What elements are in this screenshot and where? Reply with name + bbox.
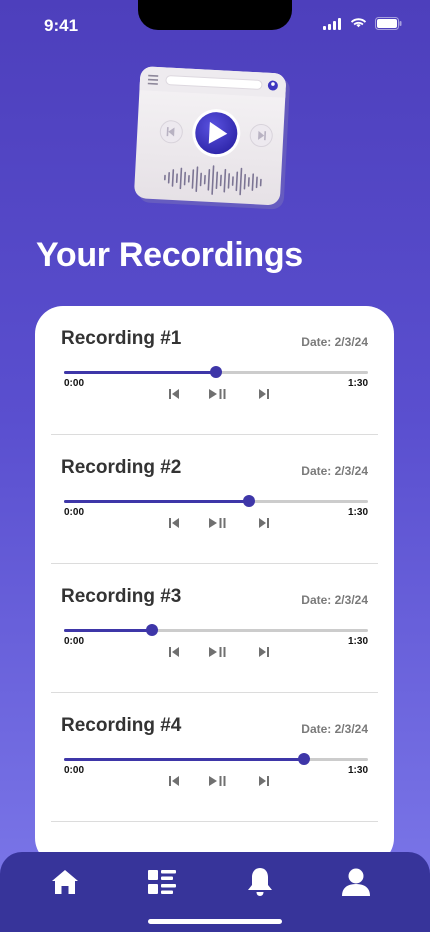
home-indicator (148, 919, 282, 924)
playback-controls (163, 517, 273, 531)
current-time: 0:00 (64, 378, 85, 389)
recording-title: Recording #2 (61, 457, 182, 478)
progress-slider[interactable] (64, 624, 368, 636)
progress-handle[interactable] (210, 366, 222, 378)
skip-forward-icon[interactable] (259, 646, 269, 658)
recording-date: Date: 2/3/24 (301, 464, 368, 478)
progress-handle[interactable] (243, 495, 256, 507)
recording-item[interactable]: Recording #3 Date: 2/3/24 0:00 1:30 (51, 564, 378, 693)
progress-slider[interactable] (64, 366, 368, 378)
wifi-icon (350, 17, 367, 27)
page-title: Your Recordings (36, 236, 303, 274)
progress-fill (64, 629, 153, 632)
recording-item[interactable]: Recording #2 Date: 2/3/24 0:00 1:30 (51, 435, 378, 564)
progress-handle[interactable] (298, 753, 311, 765)
recording-title: Recording #1 (61, 328, 182, 349)
current-time: 0:00 (64, 765, 85, 776)
duration: 1:30 (347, 378, 368, 389)
play-pause-icon[interactable] (209, 775, 227, 787)
current-time: 0:00 (64, 507, 85, 518)
progress-fill (64, 371, 216, 374)
cellular-signal-icon (323, 17, 341, 30)
progress-slider[interactable] (64, 753, 368, 765)
recording-item[interactable]: Recording #1 Date: 2/3/24 0:00 1:30 (51, 306, 378, 435)
progress-slider[interactable] (64, 495, 368, 507)
camera-notch (138, 0, 292, 30)
bell-icon[interactable] (244, 866, 276, 898)
duration: 1:30 (347, 636, 368, 647)
media-player-art (134, 66, 290, 210)
status-icons (323, 17, 402, 30)
recordings-card: Recording #1 Date: 2/3/24 0:00 1:30 Reco… (35, 306, 394, 866)
playback-controls (163, 646, 273, 660)
playback-controls (163, 775, 273, 789)
battery-icon (375, 17, 402, 30)
profile-icon[interactable] (340, 866, 372, 898)
progress-fill (64, 500, 250, 503)
skip-forward-icon[interactable] (259, 775, 269, 787)
current-time: 0:00 (64, 636, 85, 647)
playback-controls (163, 388, 273, 402)
home-icon[interactable] (49, 866, 81, 898)
play-pause-icon[interactable] (209, 517, 227, 529)
bottom-nav (0, 852, 430, 932)
play-pause-icon[interactable] (209, 646, 227, 658)
recording-title: Recording #3 (61, 586, 182, 607)
skip-back-icon[interactable] (169, 388, 179, 400)
status-bar: 9:41 (0, 0, 430, 50)
duration: 1:30 (347, 765, 368, 776)
recording-title: Recording #4 (61, 715, 182, 736)
list-icon[interactable] (146, 866, 178, 898)
play-pause-icon[interactable] (209, 388, 227, 400)
recording-date: Date: 2/3/24 (301, 335, 368, 349)
recording-date: Date: 2/3/24 (301, 593, 368, 607)
skip-forward-icon[interactable] (259, 517, 269, 529)
skip-forward-icon[interactable] (259, 388, 269, 400)
status-time: 9:41 (44, 16, 79, 35)
skip-back-icon[interactable] (169, 517, 179, 529)
duration: 1:30 (347, 507, 368, 518)
recording-date: Date: 2/3/24 (301, 722, 368, 736)
media-player-illustration (133, 66, 293, 212)
progress-handle[interactable] (146, 624, 159, 636)
recording-item[interactable]: Recording #4 Date: 2/3/24 0:00 1:30 (51, 693, 378, 822)
skip-back-icon[interactable] (169, 646, 179, 658)
progress-fill (64, 758, 305, 761)
skip-back-icon[interactable] (169, 775, 179, 787)
